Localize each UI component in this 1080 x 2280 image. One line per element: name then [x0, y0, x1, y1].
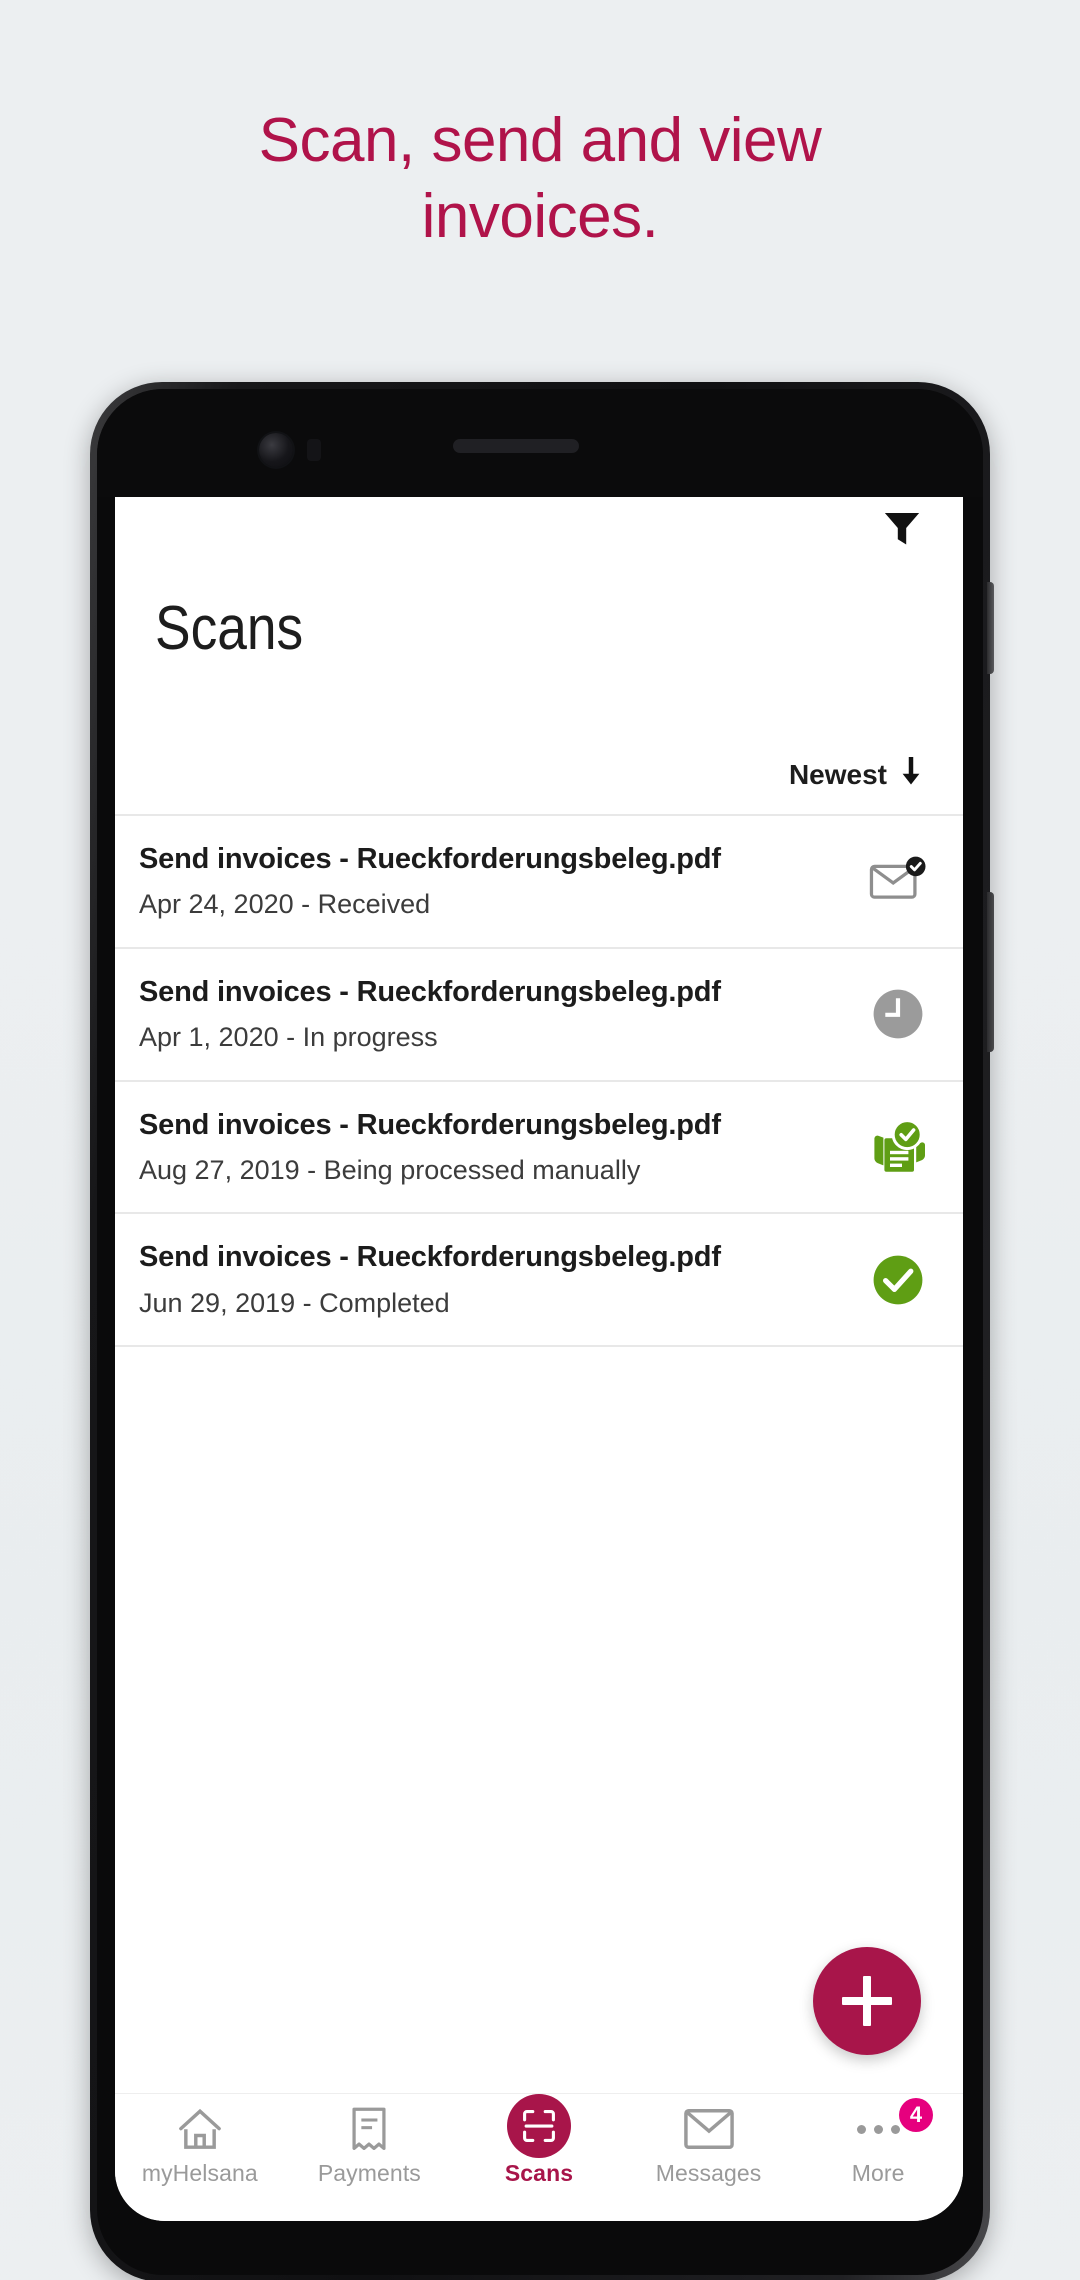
- sort-label: Newest: [788, 758, 887, 790]
- manual-processing-icon: [867, 1116, 929, 1178]
- list-item-subtitle: Jun 29, 2019 - Completed: [139, 1287, 450, 1318]
- nav-item-more[interactable]: 4 More: [793, 2098, 963, 2187]
- list-empty-area: [115, 1347, 963, 2093]
- list-item[interactable]: Send invoices - Rueckforderungsbeleg.pdf…: [115, 949, 963, 1082]
- receipt-bookmark-icon: [349, 2104, 389, 2154]
- envelope-check-icon: [867, 850, 929, 912]
- home-icon: [177, 2104, 223, 2154]
- list-item-text: Send invoices - Rueckforderungsbeleg.pdf…: [139, 1240, 867, 1319]
- page-title: Scans: [155, 594, 304, 663]
- proximity-sensor-icon: [307, 439, 321, 461]
- check-circle-icon: [867, 1249, 929, 1311]
- plus-icon: [842, 1976, 892, 2026]
- app-bar: [115, 493, 963, 567]
- earpiece-speaker: [453, 439, 579, 453]
- sort-row: Newest: [115, 664, 963, 814]
- envelope-icon: [683, 2104, 734, 2154]
- add-scan-fab[interactable]: [813, 1947, 921, 2055]
- list-item-title: Send invoices - Rueckforderungsbeleg.pdf: [139, 1241, 721, 1274]
- list-item-text: Send invoices - Rueckforderungsbeleg.pdf…: [139, 1108, 867, 1187]
- phone-screen-bezel: 12:30: [97, 389, 983, 2275]
- filter-funnel-icon[interactable]: [881, 507, 923, 554]
- nav-label: Payments: [317, 2160, 421, 2186]
- bottom-navigation: myHelsana Payments Scans Messages 4 More: [115, 2093, 963, 2221]
- list-item-subtitle: Apr 24, 2020 - Received: [139, 889, 431, 920]
- nav-label: Messages: [655, 2160, 762, 2186]
- clock-pending-icon: [867, 983, 929, 1045]
- nav-label: More: [851, 2160, 905, 2186]
- list-item-title: Send invoices - Rueckforderungsbeleg.pdf: [139, 1108, 721, 1141]
- promo-headline: Scan, send and view invoices.: [0, 110, 1080, 262]
- power-button[interactable]: [987, 582, 994, 674]
- app-screen: 12:30: [115, 441, 963, 2221]
- more-badge: 4: [898, 2098, 933, 2132]
- promo-headline-line-1: Scan, send and view: [258, 106, 822, 175]
- nav-item-payments[interactable]: Payments: [285, 2104, 455, 2187]
- list-item-title: Send invoices - Rueckforderungsbeleg.pdf: [139, 843, 721, 875]
- list-item[interactable]: Send invoices - Rueckforderungsbeleg.pdf…: [115, 1214, 963, 1348]
- phone-device-frame: 12:30: [90, 382, 994, 2280]
- nav-label: myHelsana: [141, 2160, 258, 2186]
- nav-item-scans[interactable]: Scans: [454, 2093, 624, 2187]
- front-camera-icon: [259, 433, 293, 467]
- phone-top-bezel: [97, 389, 983, 497]
- list-item[interactable]: Send invoices - Rueckforderungsbeleg.pdf…: [115, 1082, 963, 1215]
- list-item-subtitle: Aug 27, 2019 - Being processed manually: [139, 1154, 641, 1185]
- list-item[interactable]: Send invoices - Rueckforderungsbeleg.pdf…: [115, 816, 963, 949]
- list-item-title: Send invoices - Rueckforderungsbeleg.pdf: [139, 975, 721, 1008]
- promo-headline-line-2: invoices.: [421, 182, 659, 251]
- list-item-text: Send invoices - Rueckforderungsbeleg.pdf…: [139, 975, 867, 1054]
- ellipsis-icon: [856, 2104, 900, 2154]
- nav-item-messages[interactable]: Messages: [624, 2104, 794, 2187]
- scans-list: Send invoices - Rueckforderungsbeleg.pdf…: [115, 814, 963, 1348]
- nav-label: Scans: [504, 2160, 574, 2186]
- sort-button[interactable]: Newest: [789, 757, 923, 792]
- list-item-subtitle: Apr 1, 2020 - In progress: [139, 1022, 438, 1053]
- list-item-text: Send invoices - Rueckforderungsbeleg.pdf…: [139, 842, 867, 921]
- nav-item-myhelsana[interactable]: myHelsana: [115, 2104, 285, 2187]
- scan-frame-icon: [506, 2093, 571, 2158]
- volume-button[interactable]: [987, 892, 994, 1052]
- arrow-down-icon: [899, 757, 923, 792]
- page-title-block: Scans: [115, 567, 963, 664]
